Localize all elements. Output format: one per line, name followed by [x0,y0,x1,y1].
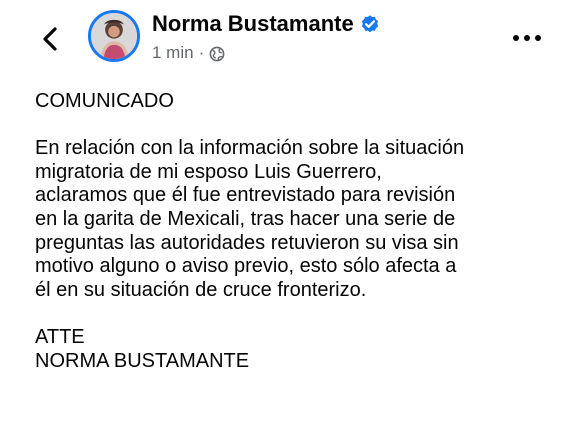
author-avatar[interactable] [88,10,140,62]
post-body-line: aclaramos que él fue entrevistado para r… [35,184,456,207]
author-name-row: Norma Bustamante [152,10,380,38]
globe-icon [209,46,225,61]
post-meta: 1 min · [152,42,225,64]
post-signoff: ATTE [35,325,85,348]
meta-separator: · [198,43,205,62]
post-body-line: motivo alguno o aviso previo, esto sólo … [35,255,457,278]
post-body-line: preguntas las autoridades retuvieron su … [35,231,459,254]
more-options-icon [513,35,541,41]
post-heading: COMUNICADO [35,90,174,112]
post-body: COMUNICADO En relación con la informació… [35,90,560,373]
post-screen: Norma Bustamante 1 min · COMUNICADO En r… [0,0,580,440]
more-options-button[interactable] [510,28,544,48]
post-signature: NORMA BUSTAMANTE [35,349,250,372]
verified-badge-icon [361,15,378,33]
post-body-line: en la garita de Mexicali, tras hacer una… [35,207,456,230]
post-timestamp[interactable]: 1 min [152,42,194,64]
chevron-left-icon [43,27,57,51]
post-body-line: En relación con la información sobre la … [35,137,465,160]
post-body-line: él en su situación de cruce fronterizo. [35,278,367,301]
author-name[interactable]: Norma Bustamante [152,10,354,38]
avatar-image [91,13,137,59]
post-body-line: migratoria de mi esposo Luis Guerrero, [35,160,382,183]
back-button[interactable] [34,22,68,56]
